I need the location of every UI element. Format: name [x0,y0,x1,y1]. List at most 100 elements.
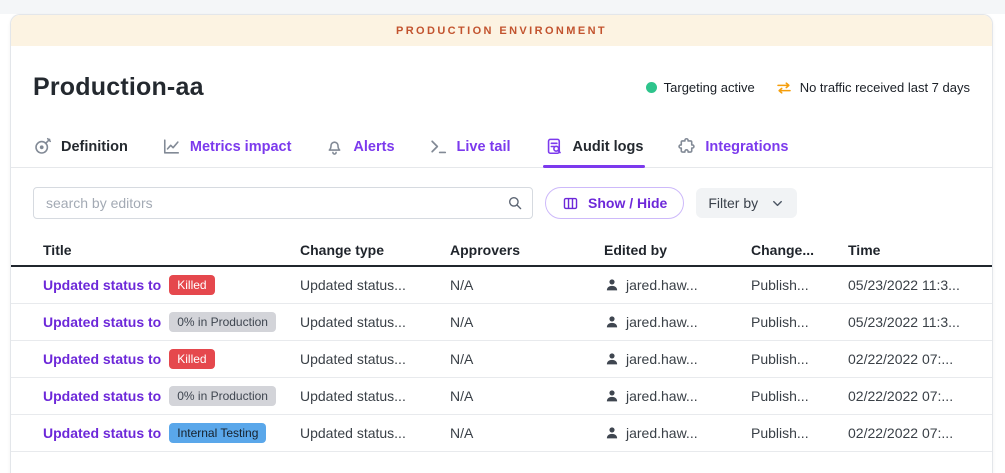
title-cell: Updated status to Killed [33,349,300,369]
search-box [33,187,533,219]
column-header-edited-by: Edited by [604,242,751,258]
approvers-cell: N/A [450,277,604,293]
chart-icon [162,137,181,156]
filter-by-label: Filter by [708,195,758,211]
approvers-cell: N/A [450,351,604,367]
person-icon [604,351,620,367]
time-cell: 02/22/2022 07:... [848,425,970,441]
environment-banner: PRODUCTION ENVIRONMENT [11,15,992,46]
page: PRODUCTION ENVIRONMENT Production-aa Tar… [0,0,1005,473]
audit-log-icon [545,137,564,156]
toolbar: Show / Hide Filter by [11,187,992,219]
person-icon [604,425,620,441]
tab-live-tail[interactable]: Live tail [429,126,511,167]
edited-by-cell: jared.haw... [604,388,751,404]
status-badge: Internal Testing [169,423,266,443]
page-background-strip [0,0,1005,14]
tab-label: Definition [61,139,128,155]
status-badge: Killed [169,275,214,295]
targeting-status-label: Targeting active [664,80,755,95]
tab-metrics-impact[interactable]: Metrics impact [162,126,292,167]
approvers-cell: N/A [450,314,604,330]
edited-by-cell: jared.haw... [604,425,751,441]
tab-label: Live tail [457,139,511,155]
target-icon [33,137,52,156]
editor-name: jared.haw... [626,425,698,441]
puzzle-icon [677,137,696,156]
title-link[interactable]: Updated status to [43,314,161,330]
editor-name: jared.haw... [626,314,698,330]
title-link[interactable]: Updated status to [43,425,161,441]
show-hide-button[interactable]: Show / Hide [545,187,684,219]
change-cell: Publish... [751,277,848,293]
bell-icon [325,137,344,156]
column-header-change-type: Change type [300,242,450,258]
tab-label: Metrics impact [190,139,292,155]
time-cell: 02/22/2022 07:... [848,351,970,367]
change-cell: Publish... [751,388,848,404]
chevron-down-icon [770,196,785,211]
columns-icon [562,195,579,212]
tab-integrations[interactable]: Integrations [677,126,788,167]
time-cell: 05/23/2022 11:3... [848,277,970,293]
person-icon [604,388,620,404]
status-badge: Killed [169,349,214,369]
table-body: Updated status to Killed Updated status...… [11,267,992,452]
title-link[interactable]: Updated status to [43,388,161,404]
status-indicators: Targeting active No traffic received las… [646,79,970,97]
table-header-row: TitleChange typeApproversEdited byChange… [11,234,992,267]
environment-card: PRODUCTION ENVIRONMENT Production-aa Tar… [10,14,993,473]
table-row: Updated status to Killed Updated status...… [11,341,992,378]
title-link[interactable]: Updated status to [43,277,161,293]
tab-bar: Definition Metrics impact Alerts Live tail A… [11,126,992,168]
column-header-approvers: Approvers [450,242,604,258]
time-cell: 02/22/2022 07:... [848,388,970,404]
table-row: Updated status to0% in ProductionUpdated… [11,304,992,341]
environment-banner-label: PRODUCTION ENVIRONMENT [396,25,607,37]
edited-by-cell: jared.haw... [604,277,751,293]
editor-name: jared.haw... [626,388,698,404]
column-header-change: Change... [751,242,848,258]
title-cell: Updated status to 0% in Production [33,312,300,332]
tab-label: Alerts [353,139,394,155]
tab-audit-logs[interactable]: Audit logs [545,126,644,167]
terminal-icon [429,137,448,156]
editor-name: jared.haw... [626,277,698,293]
editor-name: jared.haw... [626,351,698,367]
targeting-status: Targeting active [646,80,755,95]
tab-definition[interactable]: Definition [33,126,128,167]
table-row: Updated status to Internal TestingUpdated… [11,415,992,452]
change-cell: Publish... [751,314,848,330]
show-hide-label: Show / Hide [588,195,667,211]
tab-label: Integrations [705,139,788,155]
title-cell: Updated status to Killed [33,275,300,295]
approvers-cell: N/A [450,425,604,441]
filter-by-button[interactable]: Filter by [696,188,797,218]
change-type-cell: Updated status... [300,388,450,404]
title-cell: Updated status to Internal Testing [33,423,300,443]
table-row: Updated status to Killed Updated status...… [11,267,992,304]
change-cell: Publish... [751,425,848,441]
green-dot-icon [646,82,657,93]
change-type-cell: Updated status... [300,351,450,367]
traffic-status: No traffic received last 7 days [775,79,970,97]
change-type-cell: Updated status... [300,277,450,293]
person-icon [604,277,620,293]
approvers-cell: N/A [450,388,604,404]
title-link[interactable]: Updated status to [43,351,161,367]
change-type-cell: Updated status... [300,314,450,330]
search-input[interactable] [33,187,533,219]
search-icon [506,194,524,212]
tab-label: Audit logs [573,139,644,155]
tab-alerts[interactable]: Alerts [325,126,394,167]
status-badge: 0% in Production [169,386,276,406]
table-row: Updated status to0% in ProductionUpdated… [11,378,992,415]
edited-by-cell: jared.haw... [604,351,751,367]
status-badge: 0% in Production [169,312,276,332]
traffic-arrows-icon [775,79,793,97]
person-icon [604,314,620,330]
change-cell: Publish... [751,351,848,367]
title-cell: Updated status to 0% in Production [33,386,300,406]
time-cell: 05/23/2022 11:3... [848,314,970,330]
column-header-title: Title [33,242,300,258]
